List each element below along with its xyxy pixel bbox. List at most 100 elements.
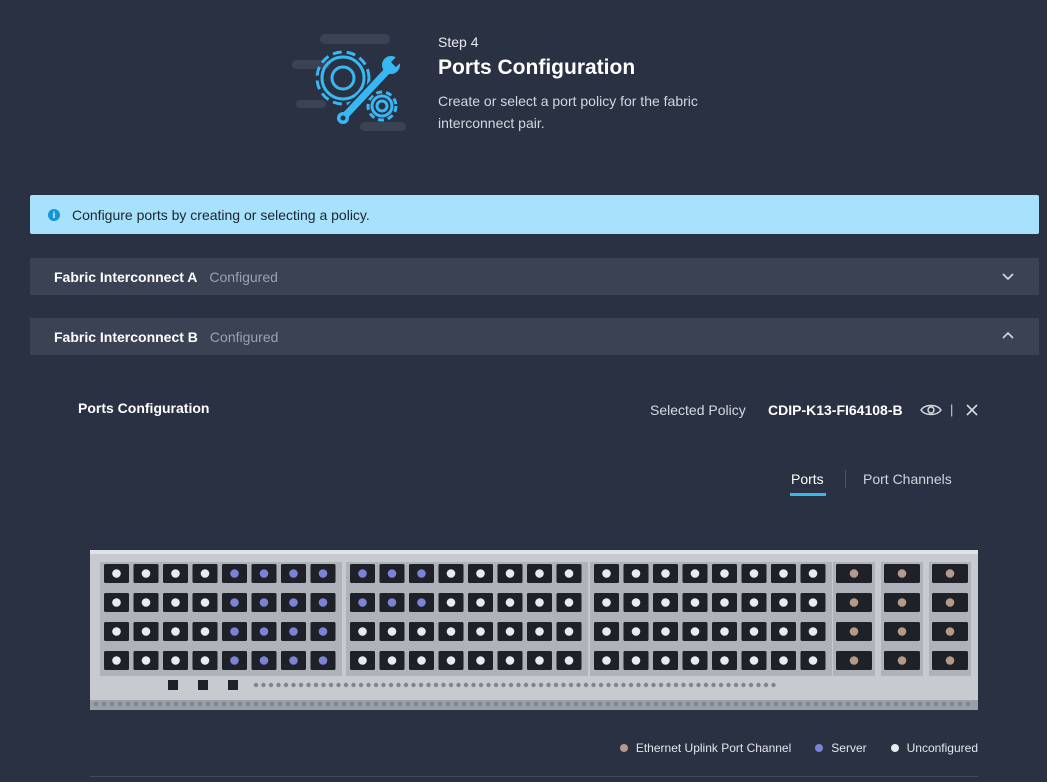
vent-slot	[358, 702, 362, 706]
vent-slot	[206, 702, 210, 706]
chevron-up-icon[interactable]	[1001, 329, 1015, 343]
port-status-dot	[141, 627, 151, 636]
vent-hole	[478, 682, 484, 688]
gear-wrench-icon	[292, 34, 406, 131]
port-status-dot	[661, 598, 670, 607]
port-status-dot	[171, 627, 180, 636]
fabric-a-title: Fabric Interconnect A	[54, 268, 198, 285]
port-status-dot	[690, 627, 700, 636]
eye-icon[interactable]	[920, 402, 942, 418]
vent-slot	[350, 702, 354, 706]
port-status-dot	[171, 598, 180, 607]
vent-slot	[750, 702, 754, 706]
vent-hole	[433, 682, 439, 688]
vent-slot	[478, 702, 482, 706]
vent-slot	[134, 702, 138, 706]
legend-uplink-dot	[619, 744, 628, 752]
panel-divider	[90, 776, 978, 777]
port-status-dot	[897, 656, 907, 665]
vent-slot	[190, 702, 194, 706]
vent-slot	[854, 702, 858, 706]
port-status-dot	[200, 627, 210, 636]
vent-slot	[926, 702, 930, 706]
vent-hole	[298, 682, 304, 688]
chassis-top-edge	[90, 550, 978, 554]
vent-hole	[756, 682, 761, 688]
port-status-dot	[661, 656, 670, 665]
vent-hole	[568, 682, 574, 688]
vent-slot	[798, 702, 802, 706]
vent-slot	[390, 702, 394, 706]
vent-slot	[670, 702, 674, 706]
port-status-dot	[259, 627, 269, 636]
tab-port-channels[interactable]: Port Channels	[863, 471, 952, 487]
tab-ports[interactable]: Ports	[791, 471, 824, 487]
vent-slot	[142, 702, 146, 706]
port-status-dot	[387, 656, 397, 665]
vent-hole	[531, 682, 536, 688]
port-status-dot	[318, 656, 328, 665]
vent-slot	[958, 702, 962, 706]
port-status-dot	[849, 598, 859, 607]
ports-config-title: Ports Configuration	[78, 400, 210, 416]
vent-slot	[870, 702, 874, 706]
vent-hole	[576, 682, 581, 688]
port-status-dot	[387, 598, 397, 607]
port-status-dot	[446, 656, 456, 665]
port-status-dot	[505, 656, 515, 665]
port-status-dot	[631, 656, 641, 665]
port-status-dot	[779, 656, 788, 665]
vent-hole	[748, 682, 754, 688]
vent-slot	[382, 702, 386, 706]
port-status-dot	[602, 598, 611, 607]
close-icon[interactable]	[965, 403, 979, 417]
vent-hole	[688, 682, 694, 688]
port-status-dot	[141, 656, 151, 665]
accordion-fabric-a[interactable]: Fabric Interconnect A Configured	[30, 258, 1039, 295]
vent-slot	[622, 702, 626, 706]
port-status-dot	[358, 569, 367, 578]
vent-hole	[441, 682, 446, 688]
port-status-dot	[112, 656, 121, 665]
vent-hole	[591, 682, 596, 688]
vent-slot	[614, 702, 618, 706]
vent-slot	[246, 702, 250, 706]
port-status-dot	[720, 598, 729, 607]
vent-slot	[630, 702, 634, 706]
port-status-dot	[259, 656, 269, 665]
port-status-dot	[749, 627, 759, 636]
vent-slot	[726, 702, 730, 706]
vent-slot	[774, 702, 778, 706]
chevron-down-icon[interactable]	[1001, 269, 1015, 283]
vent-hole	[613, 682, 619, 688]
vent-hole	[718, 682, 724, 688]
port-status-dot	[230, 627, 239, 636]
vent-slot	[582, 702, 586, 706]
vent-slot	[934, 702, 938, 706]
port-status-dot	[446, 569, 456, 578]
vent-slot	[486, 702, 490, 706]
port-status-dot	[720, 656, 729, 665]
step-header: Step 4 Ports Configuration Create or sel…	[0, 0, 1047, 180]
vent-slot	[534, 702, 538, 706]
vent-hole	[381, 682, 386, 688]
accordion-fabric-b[interactable]: Fabric Interconnect B Configured	[30, 318, 1039, 355]
vent-hole	[448, 682, 454, 688]
port-status-dot	[749, 598, 759, 607]
separator: |	[950, 402, 954, 417]
port-status-dot	[446, 627, 456, 636]
vent-hole	[598, 682, 604, 688]
port-status-dot	[535, 569, 544, 578]
vent-slot	[590, 702, 594, 706]
port-status-dot	[945, 656, 955, 665]
port-status-dot	[358, 656, 367, 665]
port-status-dot	[358, 598, 367, 607]
vent-slot	[374, 702, 378, 706]
vent-hole	[711, 682, 716, 688]
vent-slot	[198, 702, 202, 706]
vent-slot	[782, 702, 786, 706]
port-status-dot	[318, 598, 328, 607]
legend-unconfigured-label: Unconfigured	[906, 741, 978, 755]
port-status-dot	[171, 656, 180, 665]
port-status-dot	[945, 569, 955, 578]
